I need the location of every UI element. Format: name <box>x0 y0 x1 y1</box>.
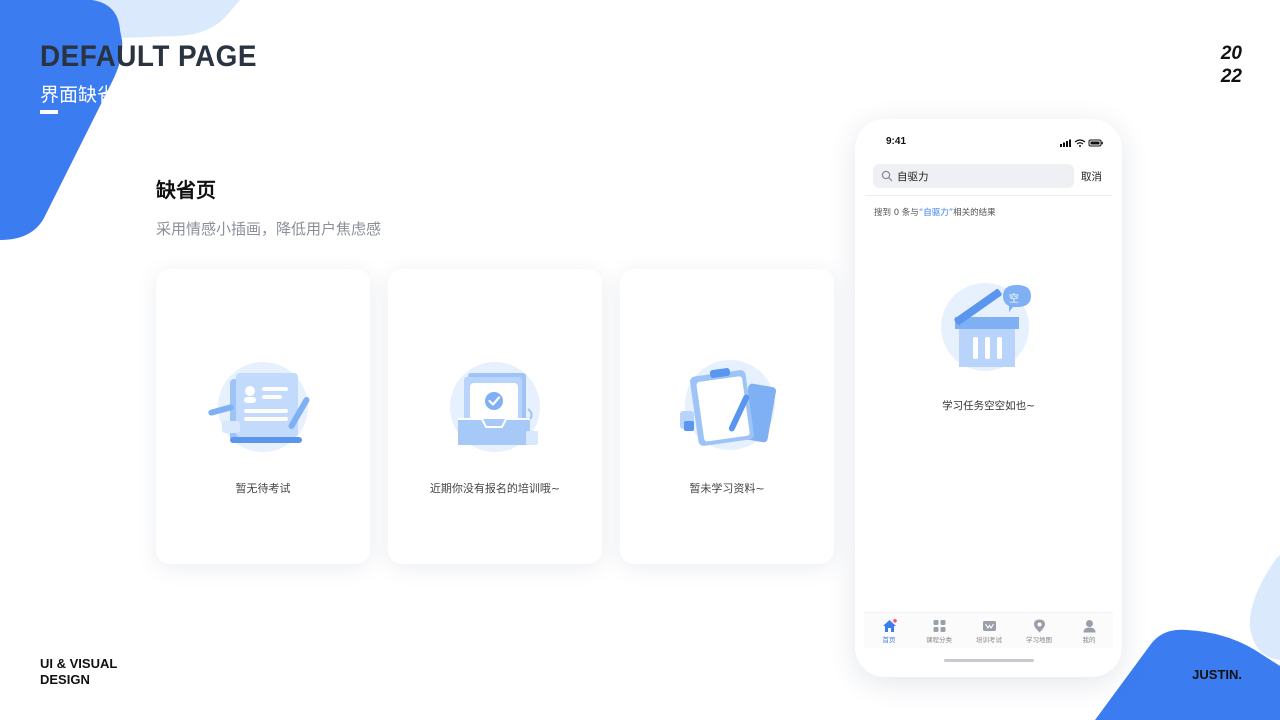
card-caption: 近期你没有报名的培训哦~ <box>429 482 561 495</box>
clipboard-illustration-icon <box>680 360 777 450</box>
search-icon <box>881 170 893 182</box>
tab-learning-map[interactable]: 学习地图 <box>1014 619 1064 644</box>
section-title: 缺省页 <box>156 178 216 202</box>
tab-label: 我的 <box>1082 636 1096 644</box>
result-keyword: “自驱力” <box>918 208 954 218</box>
title-underline <box>40 110 58 114</box>
tab-home[interactable]: 首页 <box>864 619 914 644</box>
search-input[interactable]: 自驱力 <box>873 164 1074 188</box>
search-result-summary: 搜到 0 条与“自驱力”相关的结果 <box>874 206 996 218</box>
result-suffix: 相关的结果 <box>953 208 996 218</box>
tab-training-exam[interactable]: 培训考试 <box>964 619 1014 644</box>
footer-left-line2: DESIGN <box>40 672 90 687</box>
footer-left-line1: UI & VISUAL <box>40 656 118 671</box>
empty-state-caption: 学习任务空空如也~ <box>942 400 1035 412</box>
status-time: 9:41 <box>886 136 907 147</box>
tab-label: 培训考试 <box>976 636 1002 644</box>
empty-bubble-text: 空 <box>1009 294 1019 305</box>
year-top: 20 <box>1220 43 1242 64</box>
user-icon <box>1083 620 1095 633</box>
empty-state-card-exam: 暂无待考试 <box>156 269 370 564</box>
page-title: DEFAULT PAGE <box>40 40 257 73</box>
bottom-tab-bar: 首页 课程分类 培训考试 学习地图 我的 <box>864 612 1113 648</box>
search-value: 自驱力 <box>897 171 929 183</box>
year-bottom: 22 <box>1220 66 1242 87</box>
home-icon <box>882 619 897 632</box>
bottom-right-blue-shape <box>1095 629 1280 720</box>
tab-label: 课程分类 <box>926 636 952 644</box>
status-bar-icons <box>1060 139 1103 147</box>
exam-illustration-icon <box>208 362 310 452</box>
exam-icon <box>982 621 996 631</box>
cancel-button[interactable]: 取消 <box>1081 169 1102 184</box>
tab-label: 首页 <box>882 636 896 644</box>
location-pin-icon <box>1033 619 1045 633</box>
home-indicator <box>944 659 1034 662</box>
top-left-blue-shape <box>0 0 240 240</box>
tab-label: 学习地图 <box>1026 636 1052 644</box>
footer-left-label: UI & VISUAL DESIGN <box>40 656 117 688</box>
phone-mockup: 9:41 自驱力 取消 搜到 0 条与“自驱力”相关的结果 空 学习任务空空如也… <box>855 119 1122 677</box>
training-illustration-icon <box>450 362 540 452</box>
result-prefix: 搜到 0 条与 <box>874 208 919 218</box>
card-caption: 暂无待考试 <box>235 482 291 495</box>
empty-box-illustration-icon <box>941 283 1031 371</box>
tab-mine[interactable]: 我的 <box>1064 619 1114 644</box>
section-description: 采用情感小插画，降低用户焦虑感 <box>156 220 382 238</box>
tab-course-category[interactable]: 课程分类 <box>914 619 964 644</box>
page-subtitle: 界面缺省页 <box>40 84 136 106</box>
grid-icon <box>933 620 945 632</box>
empty-state-card-materials: 暂未学习资料~ <box>620 269 834 564</box>
footer-author: JUSTIN. <box>1192 667 1242 682</box>
year-label: 20 22 <box>1202 42 1242 88</box>
divider <box>865 195 1112 196</box>
card-caption: 暂未学习资料~ <box>689 482 765 495</box>
empty-state-card-training: 近期你没有报名的培训哦~ <box>388 269 602 564</box>
